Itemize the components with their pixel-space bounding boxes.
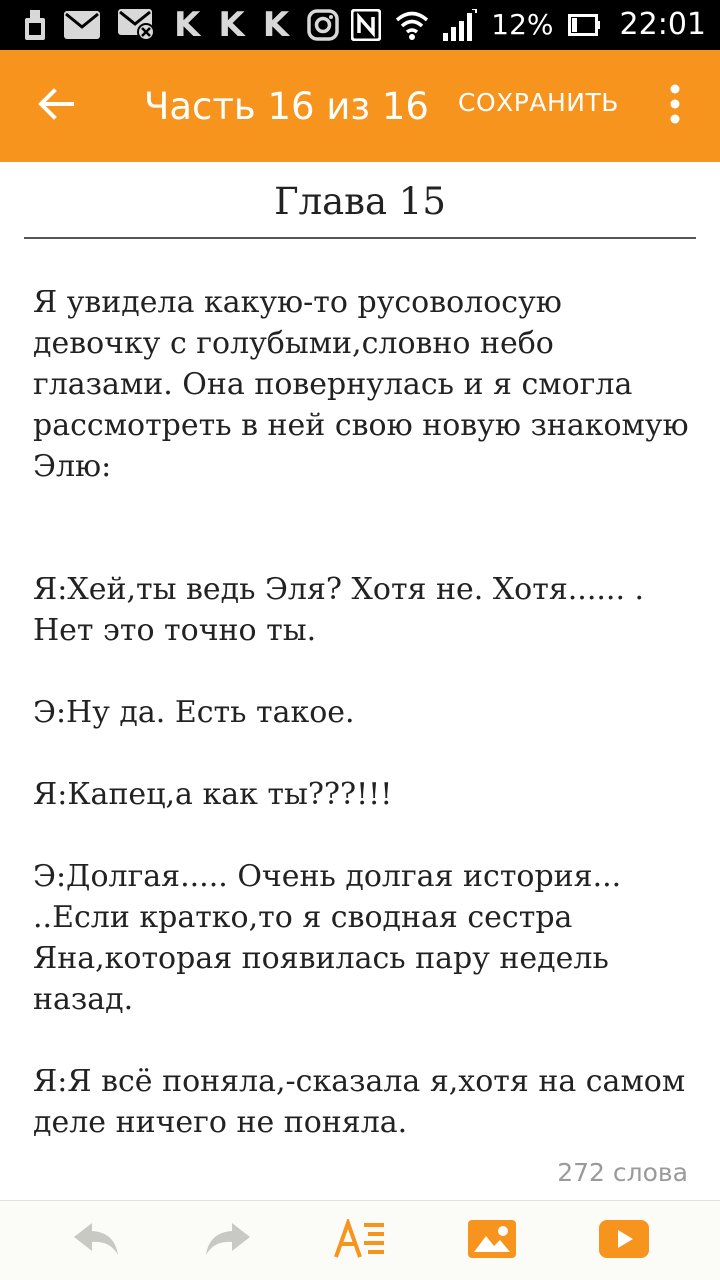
story-paragraph: Э:Долгая..... Очень долгая история... ..… — [33, 859, 631, 1017]
clock: 22:01 — [619, 7, 706, 42]
nfc-icon — [351, 9, 382, 41]
mail-icon — [64, 11, 100, 39]
story-paragraph: Я увидела какую-то русоволосую девочку с… — [33, 285, 699, 484]
insert-image-button[interactable] — [452, 1205, 532, 1277]
chapter-title[interactable]: Глава 15 — [0, 180, 720, 223]
k-icon: K — [174, 5, 201, 45]
signal-icon — [443, 9, 478, 41]
redo-icon — [204, 1221, 252, 1261]
app-bar: Часть 16 из 16 СОХРАНИТЬ — [0, 50, 720, 162]
story-paragraph: Я:Я всё поняла,-сказала я,хотя на самом … — [33, 1064, 695, 1140]
more-options-button[interactable] — [650, 70, 700, 142]
save-button[interactable]: СОХРАНИТЬ — [458, 88, 619, 117]
insert-image-icon — [468, 1219, 516, 1262]
sim-icon — [24, 10, 46, 40]
battery-icon — [567, 14, 600, 36]
insert-video-button[interactable] — [584, 1205, 664, 1277]
back-button[interactable] — [0, 50, 112, 162]
story-paragraph: Я:Капец,а как ты???!!! — [33, 777, 393, 812]
k-icon: K — [262, 5, 290, 45]
story-text-editor[interactable]: Я увидела какую-то русоволосую девочку с… — [33, 282, 693, 1184]
mail-muted-icon — [118, 9, 156, 41]
text-format-button[interactable] — [320, 1205, 400, 1277]
story-paragraph: Я:Хей,ты ведь Эля? Хотя не. Хотя...... .… — [33, 572, 654, 648]
system-icons: 12% 22:01 — [351, 9, 706, 41]
word-count: 272 слова — [557, 1158, 688, 1187]
redo-button[interactable] — [188, 1205, 268, 1277]
editor-toolbar — [0, 1200, 720, 1280]
story-paragraph: Э:Ну да. Есть такое. — [33, 695, 355, 730]
undo-button[interactable] — [56, 1205, 136, 1277]
status-bar: K K K 12% 22:01 — [0, 0, 720, 50]
insert-video-icon — [599, 1219, 649, 1262]
more-vert-icon — [670, 84, 680, 128]
undo-icon — [72, 1221, 120, 1261]
arrow-back-icon — [38, 88, 74, 124]
instagram-icon — [307, 9, 339, 41]
title-divider — [24, 237, 696, 239]
k-icon: K — [218, 5, 245, 45]
text-format-icon — [334, 1216, 386, 1263]
battery-percent: 12% — [491, 8, 554, 41]
page-title: Часть 16 из 16 — [144, 84, 429, 128]
wifi-icon — [395, 10, 429, 40]
notification-icons: K K K — [24, 8, 351, 42]
